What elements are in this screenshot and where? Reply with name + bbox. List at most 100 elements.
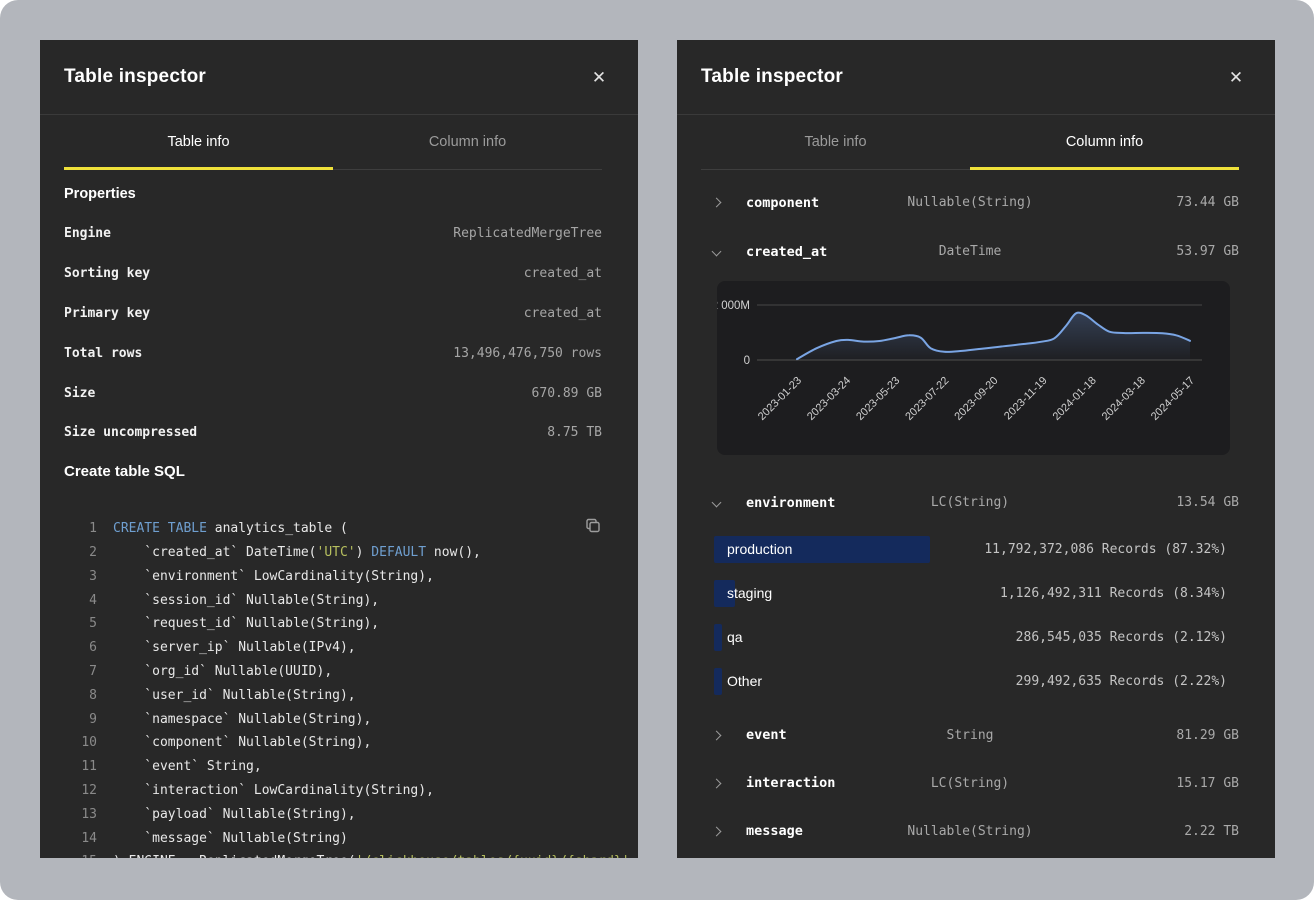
- property-value: 8.75 TB: [547, 425, 602, 440]
- svg-text:0: 0: [744, 355, 750, 367]
- svg-text:2024-03-18: 2024-03-18: [1100, 375, 1148, 423]
- tab-bar: Table info Column info: [701, 115, 1239, 170]
- column-info-content: component Nullable(String) 73.44 GB crea…: [677, 178, 1275, 855]
- table-info-content: Properties Engine ReplicatedMergeTree So…: [40, 186, 638, 858]
- column-row-event[interactable]: event String 81.29 GB: [701, 711, 1239, 759]
- value-label: production: [727, 541, 792, 557]
- environment-value-row: staging 1,126,492,311 Records (8.34%): [701, 571, 1239, 615]
- sql-line: 13 `payload` Nullable(String),: [64, 802, 602, 826]
- dialog-header: Table inspector ✕: [40, 40, 638, 115]
- column-type: Nullable(String): [907, 824, 1032, 839]
- tab-column-info[interactable]: Column info: [970, 115, 1239, 170]
- column-size: 81.29 GB: [1176, 728, 1239, 743]
- tab-column-info[interactable]: Column info: [333, 115, 602, 170]
- environment-value-row: production 11,792,372,086 Records (87.32…: [701, 527, 1239, 571]
- sql-line: 12 `interaction` LowCardinality(String),: [64, 779, 602, 803]
- property-row: Total rows 13,496,476,750 rows: [64, 333, 602, 373]
- svg-text:2023-09-20: 2023-09-20: [952, 375, 1000, 423]
- svg-text:2023-07-22: 2023-07-22: [903, 375, 951, 423]
- column-size: 13.54 GB: [1176, 495, 1239, 510]
- svg-text:2023-11-19: 2023-11-19: [1002, 375, 1050, 423]
- value-bar: [714, 624, 722, 651]
- chevron-right-icon: [712, 778, 722, 788]
- column-name: component: [746, 195, 819, 211]
- tab-bar: Table info Column info: [64, 115, 602, 170]
- column-row-environment[interactable]: environment LC(String) 13.54 GB: [701, 478, 1239, 527]
- property-row: Engine ReplicatedMergeTree: [64, 214, 602, 254]
- column-row-message[interactable]: message Nullable(String) 2.22 TB: [701, 807, 1239, 855]
- dialog-title: Table inspector: [64, 66, 206, 88]
- column-row-interaction[interactable]: interaction LC(String) 15.17 GB: [701, 759, 1239, 807]
- property-row: Size uncompressed 8.75 TB: [64, 413, 602, 453]
- property-label: Sorting key: [64, 266, 150, 281]
- value-label: qa: [727, 629, 743, 645]
- tab-table-info[interactable]: Table info: [64, 115, 333, 170]
- chevron-right-icon: [712, 730, 722, 740]
- column-row-created-at[interactable]: created_at DateTime 53.97 GB: [701, 227, 1239, 276]
- property-value: created_at: [524, 266, 602, 281]
- dialog-title: Table inspector: [701, 66, 843, 88]
- column-name: message: [746, 823, 803, 839]
- column-row-component[interactable]: component Nullable(String) 73.44 GB: [701, 178, 1239, 227]
- column-list: component Nullable(String) 73.44 GB crea…: [701, 178, 1239, 276]
- chevron-down-icon: [712, 498, 722, 508]
- sql-line: 3 `environment` LowCardinality(String),: [64, 564, 602, 588]
- sql-line: 10 `component` Nullable(String),: [64, 731, 602, 755]
- sql-line: 9 `namespace` Nullable(String),: [64, 707, 602, 731]
- created-at-distribution-chart: 2 000M02023-01-232023-03-242023-05-23202…: [717, 281, 1230, 455]
- column-size: 15.17 GB: [1176, 776, 1239, 791]
- column-name: event: [746, 727, 787, 743]
- property-value: 13,496,476,750 rows: [453, 346, 602, 361]
- sql-line: 2 `created_at` DateTime('UTC') DEFAULT n…: [64, 541, 602, 565]
- environment-value-row: qa 286,545,035 Records (2.12%): [701, 615, 1239, 659]
- sql-line: 1CREATE TABLE analytics_table (: [64, 517, 602, 541]
- column-type: DateTime: [939, 244, 1002, 259]
- value-records: 11,792,372,086 Records (87.32%): [984, 542, 1227, 557]
- property-value: ReplicatedMergeTree: [453, 226, 602, 241]
- column-type: Nullable(String): [907, 195, 1032, 210]
- svg-text:2023-03-24: 2023-03-24: [805, 375, 853, 423]
- svg-text:2023-05-23: 2023-05-23: [854, 375, 902, 423]
- environment-value-row: Other 299,492,635 Records (2.22%): [701, 659, 1239, 703]
- table-inspector-dialog-right: Table inspector ✕ Table info Column info…: [677, 40, 1275, 858]
- value-records: 1,126,492,311 Records (8.34%): [1000, 586, 1227, 601]
- property-label: Size: [64, 386, 95, 401]
- value-bar: [714, 668, 722, 695]
- sql-line: 5 `request_id` Nullable(String),: [64, 612, 602, 636]
- tab-table-info[interactable]: Table info: [701, 115, 970, 170]
- column-type: LC(String): [931, 495, 1009, 510]
- property-row: Sorting key created_at: [64, 254, 602, 294]
- table-inspector-dialog-left: Table inspector ✕ Table info Column info…: [40, 40, 638, 858]
- property-row: Primary key created_at: [64, 294, 602, 334]
- dialog-header: Table inspector ✕: [677, 40, 1275, 115]
- sql-line: 4 `session_id` Nullable(String),: [64, 588, 602, 612]
- property-value: 670.89 GB: [532, 386, 602, 401]
- modal-backdrop: Table inspector ✕ Table info Column info…: [0, 0, 1314, 900]
- sql-line: 6 `server_ip` Nullable(IPv4),: [64, 636, 602, 660]
- copy-icon[interactable]: [584, 517, 602, 535]
- property-value: created_at: [524, 306, 602, 321]
- column-list: event String 81.29 GB interaction LC(Str…: [701, 711, 1239, 855]
- svg-text:2023-01-23: 2023-01-23: [756, 375, 804, 423]
- sql-line: 11 `event` String,: [64, 755, 602, 779]
- column-size: 2.22 TB: [1184, 824, 1239, 839]
- sql-line: 15) ENGINE = ReplicatedMergeTree('/click…: [64, 850, 602, 858]
- environment-section: environment LC(String) 13.54 GB producti…: [701, 478, 1239, 703]
- property-row: Size 670.89 GB: [64, 373, 602, 413]
- svg-text:2 000M: 2 000M: [717, 300, 750, 312]
- property-label: Engine: [64, 226, 111, 241]
- sql-line: 7 `org_id` Nullable(UUID),: [64, 660, 602, 684]
- property-label: Size uncompressed: [64, 425, 197, 440]
- column-type: String: [947, 728, 994, 743]
- properties-list: Engine ReplicatedMergeTree Sorting key c…: [64, 214, 602, 453]
- column-name: created_at: [746, 244, 827, 260]
- column-name: interaction: [746, 775, 835, 791]
- svg-text:2024-05-17: 2024-05-17: [1149, 375, 1197, 423]
- close-icon[interactable]: ✕: [588, 66, 610, 88]
- value-records: 299,492,635 Records (2.22%): [1016, 674, 1227, 689]
- close-icon[interactable]: ✕: [1225, 66, 1247, 88]
- column-name: environment: [746, 495, 835, 511]
- column-size: 53.97 GB: [1176, 244, 1239, 259]
- chevron-right-icon: [712, 198, 722, 208]
- property-label: Total rows: [64, 346, 142, 361]
